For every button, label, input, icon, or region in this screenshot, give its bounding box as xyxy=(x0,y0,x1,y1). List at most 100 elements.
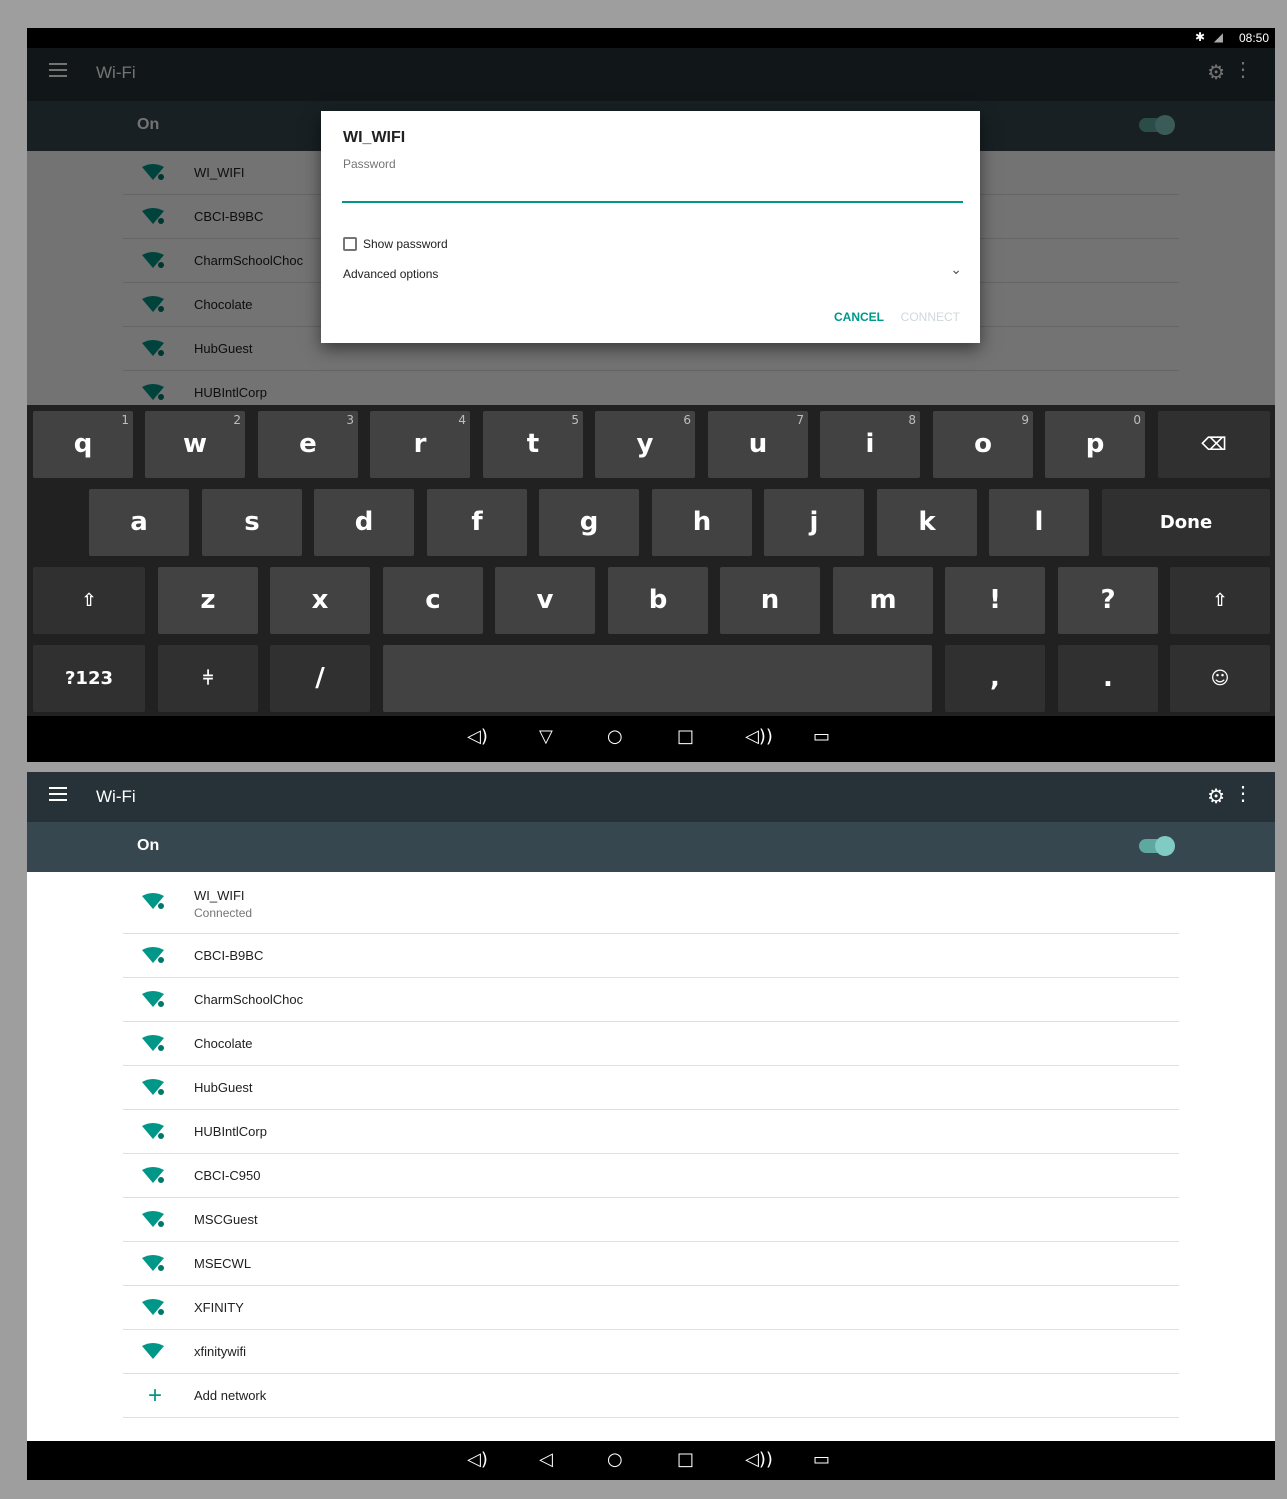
shift-icon[interactable]: ⇧ xyxy=(33,567,145,634)
wifi-switch-bar[interactable]: On xyxy=(27,822,1275,872)
volume-up-icon[interactable]: ◁)) xyxy=(745,1449,773,1470)
key-o[interactable]: o9 xyxy=(933,411,1033,478)
network-row[interactable]: xfinitywifi xyxy=(123,1330,1179,1374)
network-row[interactable]: MSECWL xyxy=(123,1242,1179,1286)
network-name: WI_WIFI xyxy=(194,888,245,903)
key-label: u xyxy=(748,429,768,459)
screenshot-icon[interactable]: ▭ xyxy=(813,726,830,747)
key-z[interactable]: z xyxy=(158,567,258,634)
key-slash[interactable]: / xyxy=(270,645,370,712)
home-icon[interactable]: ○ xyxy=(607,1449,623,1470)
keyboard-hide-icon[interactable]: ▽ xyxy=(539,726,553,747)
key-h[interactable]: h xyxy=(652,489,752,556)
recents-icon[interactable]: □ xyxy=(677,1449,694,1470)
backspace-icon[interactable]: ⌫ xyxy=(1158,411,1270,478)
done-key[interactable]: Done xyxy=(1102,489,1270,556)
add-network-row[interactable]: + Add network xyxy=(123,1374,1179,1418)
network-row[interactable]: WI_WIFI Connected xyxy=(123,873,1179,934)
advanced-options[interactable]: Advanced options xyxy=(343,267,438,281)
key-n[interactable]: n xyxy=(720,567,820,634)
key-hint: 3 xyxy=(346,413,354,427)
status-bar: ✱ ◢ 08:50 xyxy=(27,28,1275,48)
key-y[interactable]: y6 xyxy=(595,411,695,478)
key-comma[interactable]: , xyxy=(945,645,1045,712)
network-row[interactable]: CBCI-C950 xyxy=(123,1154,1179,1198)
key-j[interactable]: j xyxy=(764,489,864,556)
gear-icon[interactable]: ⚙ xyxy=(1207,784,1225,809)
network-row[interactable]: MSCGuest xyxy=(123,1198,1179,1242)
hamburger-menu-icon[interactable] xyxy=(49,787,67,801)
wifi-lock-signal-icon xyxy=(141,893,165,915)
password-field[interactable] xyxy=(342,177,963,203)
key-g[interactable]: g xyxy=(539,489,639,556)
connect-button[interactable]: CONNECT xyxy=(901,310,960,324)
key-v[interactable]: v xyxy=(495,567,595,634)
network-row[interactable]: HUBIntlCorp xyxy=(123,1110,1179,1154)
network-row[interactable]: CharmSchoolChoc xyxy=(123,978,1179,1022)
key-l[interactable]: l xyxy=(989,489,1089,556)
key-r[interactable]: r4 xyxy=(370,411,470,478)
more-vert-icon[interactable]: ⋮ xyxy=(1233,784,1253,804)
key-label: p xyxy=(1085,429,1105,459)
shift-icon-right[interactable]: ⇧ xyxy=(1170,567,1270,634)
key-f[interactable]: f xyxy=(427,489,527,556)
volume-down-icon[interactable]: ◁) xyxy=(467,726,488,747)
home-icon[interactable]: ○ xyxy=(607,726,623,747)
network-status: Connected xyxy=(194,906,253,920)
key-m[interactable]: m xyxy=(833,567,933,634)
wifi-toggle[interactable] xyxy=(1139,836,1175,856)
password-label: Password xyxy=(343,157,396,171)
key-question[interactable]: ? xyxy=(1058,567,1158,634)
key-a[interactable]: a xyxy=(89,489,189,556)
screen-wifi-list: Wi-Fi ⚙ ⋮ On WI_WIFI Connected CBCI-B9BC Ch… xyxy=(27,772,1275,1480)
keyboard-settings-icon[interactable]: ⫩ xyxy=(158,645,258,712)
screenshot-icon[interactable]: ▭ xyxy=(813,1449,830,1470)
key-d[interactable]: d xyxy=(314,489,414,556)
symbols-key[interactable]: ?123 xyxy=(33,645,145,712)
key-t[interactable]: t5 xyxy=(483,411,583,478)
key-s[interactable]: s xyxy=(202,489,302,556)
network-row[interactable]: Chocolate xyxy=(123,1022,1179,1066)
network-row[interactable]: XFINITY xyxy=(123,1286,1179,1330)
cancel-button[interactable]: CANCEL xyxy=(834,310,884,324)
back-icon[interactable]: ◁ xyxy=(539,1449,553,1470)
key-hint: 1 xyxy=(121,413,129,427)
chevron-down-icon[interactable]: ⌄ xyxy=(950,261,962,278)
show-password-checkbox[interactable] xyxy=(343,237,357,251)
volume-down-icon[interactable]: ◁) xyxy=(467,1449,488,1470)
key-k[interactable]: k xyxy=(877,489,977,556)
key-w[interactable]: w2 xyxy=(145,411,245,478)
key-x[interactable]: x xyxy=(270,567,370,634)
wifi-switch-label: On xyxy=(137,837,160,854)
key-p[interactable]: p0 xyxy=(1045,411,1145,478)
wifi-lock-signal-icon xyxy=(141,991,165,1013)
space-bar[interactable] xyxy=(383,645,932,712)
key-q[interactable]: q1 xyxy=(33,411,133,478)
key-exclamation[interactable]: ! xyxy=(945,567,1045,634)
emoji-icon[interactable]: ☺ xyxy=(1170,645,1270,712)
key-b[interactable]: b xyxy=(608,567,708,634)
key-u[interactable]: u7 xyxy=(708,411,808,478)
network-row[interactable]: HubGuest xyxy=(123,1066,1179,1110)
show-password-label[interactable]: Show password xyxy=(363,237,448,251)
network-row[interactable]: CBCI-B9BC xyxy=(123,934,1179,978)
network-name: MSECWL xyxy=(194,1256,252,1271)
volume-up-icon[interactable]: ◁)) xyxy=(745,726,773,747)
wifi-lock-signal-icon xyxy=(141,1167,165,1189)
status-time: 08:50 xyxy=(1238,31,1269,45)
dialog-title: WI_WIFI xyxy=(343,129,406,146)
recents-icon[interactable]: □ xyxy=(677,726,694,747)
key-label: q xyxy=(73,429,93,459)
key-hint: 4 xyxy=(458,413,466,427)
soft-keyboard: q1 w2 e3 r4 t5 y6 u7 i8 o9 p0 ⌫ a s d f … xyxy=(27,405,1275,715)
network-name: CBCI-C950 xyxy=(194,1168,261,1183)
bluetooth-icon: ✱ xyxy=(1194,30,1205,44)
key-e[interactable]: e3 xyxy=(258,411,358,478)
key-period[interactable]: . xyxy=(1058,645,1158,712)
key-i[interactable]: i8 xyxy=(820,411,920,478)
key-hint: 9 xyxy=(1021,413,1029,427)
key-hint: 2 xyxy=(233,413,241,427)
key-c[interactable]: c xyxy=(383,567,483,634)
wifi-signal-icon xyxy=(141,1343,165,1365)
network-name: MSCGuest xyxy=(194,1212,258,1227)
